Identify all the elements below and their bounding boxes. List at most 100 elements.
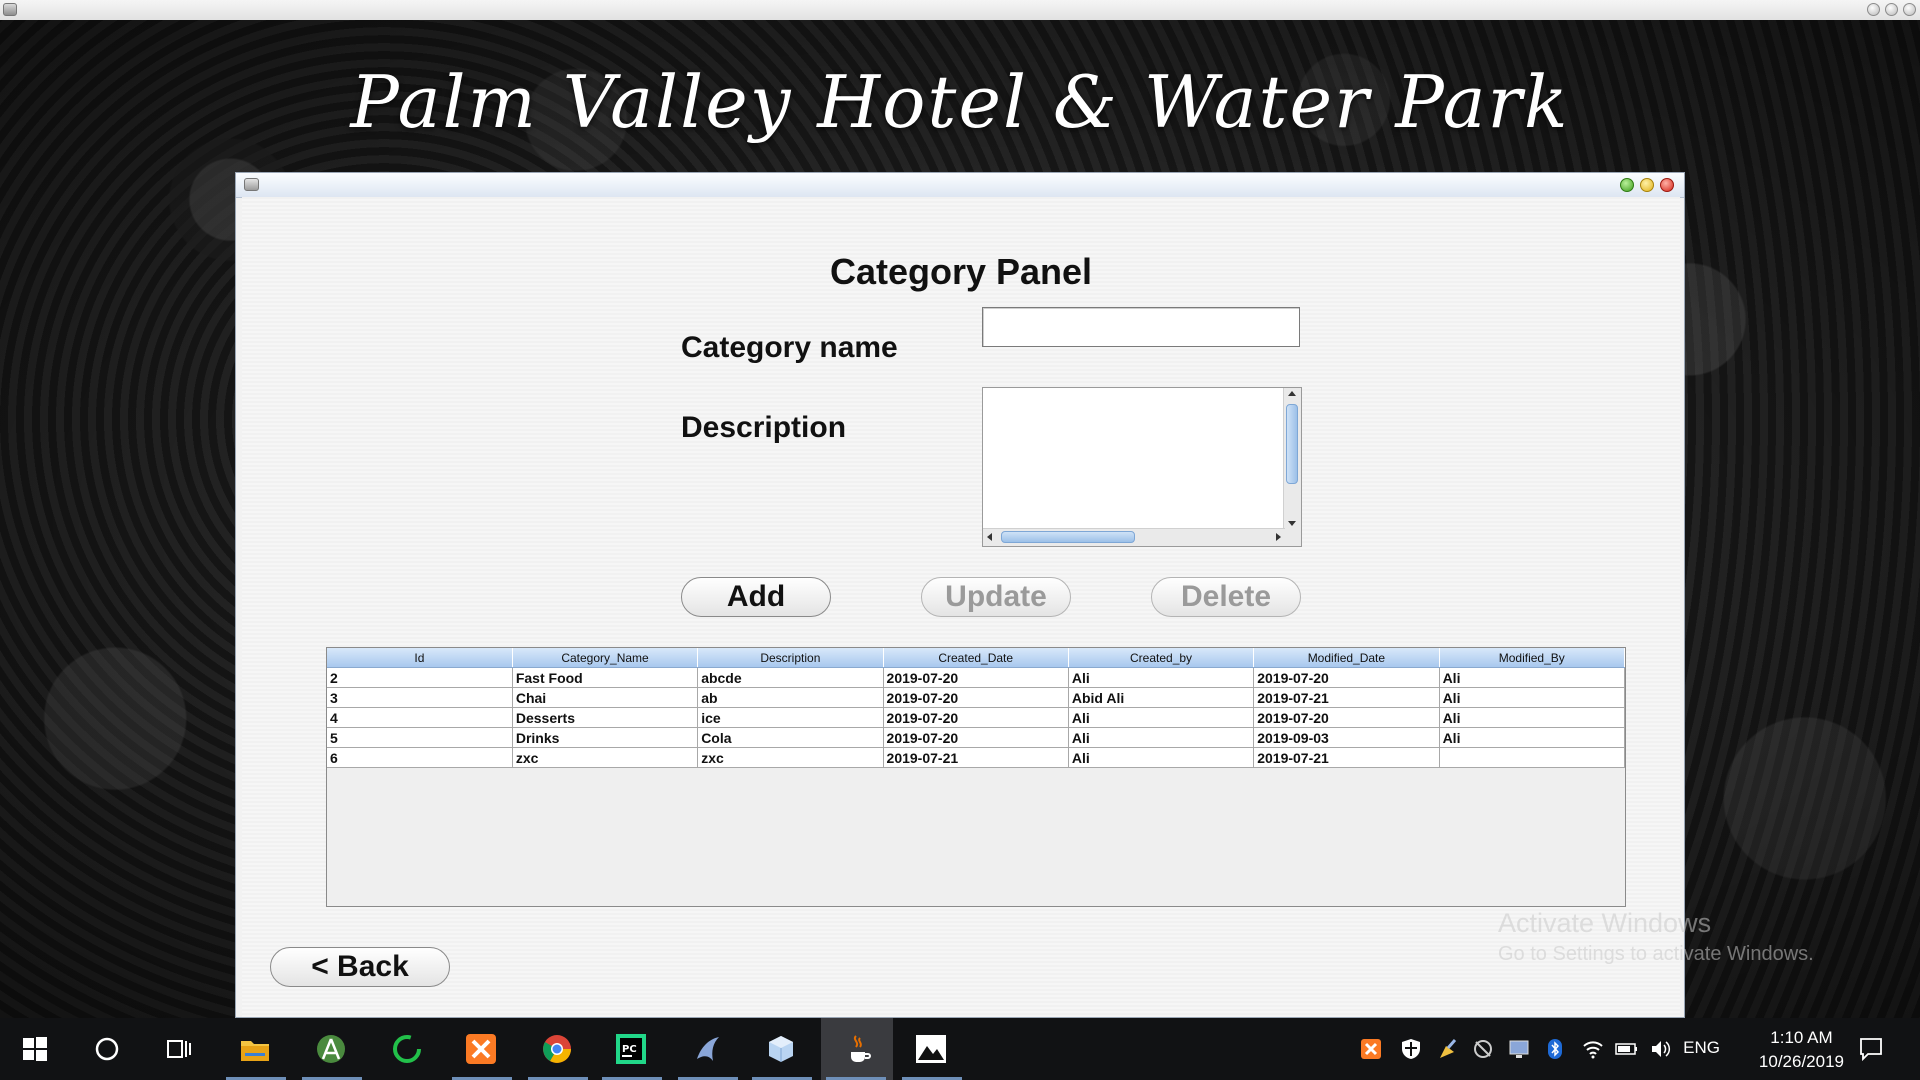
table-cell[interactable]: Abid Ali: [1068, 687, 1255, 708]
cortana-icon[interactable]: [88, 1030, 126, 1068]
chrome-icon[interactable]: [538, 1030, 576, 1068]
maximize-icon[interactable]: [1885, 3, 1898, 16]
table-cell[interactable]: 4: [327, 707, 513, 728]
table-cell[interactable]: 3: [327, 687, 513, 708]
table-cell[interactable]: 2019-07-20: [1253, 707, 1440, 728]
category-name-label: Category name: [681, 331, 898, 364]
table-header-row: Id Category_Name Description Created_Dat…: [327, 648, 1625, 668]
table-cell[interactable]: zxc: [512, 747, 699, 768]
close-icon[interactable]: [1903, 3, 1916, 16]
notifications-icon[interactable]: [1852, 1030, 1890, 1068]
table-row[interactable]: 4 Desserts ice 2019-07-20 Ali 2019-07-20…: [327, 707, 1625, 728]
virtualbox-icon[interactable]: [762, 1030, 800, 1068]
network-disabled-icon[interactable]: [1470, 1030, 1496, 1068]
vertical-scroll-thumb[interactable]: [1286, 404, 1298, 484]
java-app-icon: [244, 178, 259, 191]
table-cell[interactable]: Fast Food: [512, 667, 699, 688]
watermark-line-2: Go to Settings to activate Windows.: [1498, 943, 1814, 965]
scroll-down-arrow-icon[interactable]: [1288, 521, 1296, 526]
table-cell[interactable]: 2: [327, 667, 513, 688]
table-cell[interactable]: Desserts: [512, 707, 699, 728]
delete-button[interactable]: Delete: [1151, 577, 1301, 617]
table-cell[interactable]: 2019-07-20: [883, 727, 1069, 748]
android-studio-icon[interactable]: [312, 1030, 350, 1068]
photos-icon[interactable]: [912, 1030, 950, 1068]
table-cell[interactable]: [1439, 747, 1625, 768]
column-header[interactable]: Created_Date: [883, 648, 1069, 668]
maximize-icon[interactable]: [1620, 178, 1634, 192]
close-icon[interactable]: [1660, 178, 1674, 192]
minimize-icon[interactable]: [1867, 3, 1880, 16]
minimize-icon[interactable]: [1640, 178, 1654, 192]
monitor-tray-icon[interactable]: [1506, 1030, 1532, 1068]
table-cell[interactable]: Ali: [1068, 707, 1255, 728]
hotel-title: Palm Valley Hotel & Water Park: [350, 60, 1570, 144]
scroll-up-arrow-icon[interactable]: [1288, 391, 1296, 396]
clock-date: 10/26/2019: [1758, 1052, 1844, 1071]
task-view-icon[interactable]: [160, 1030, 198, 1068]
table-cell[interactable]: ab: [697, 687, 884, 708]
description-textarea[interactable]: [983, 388, 1283, 528]
table-cell[interactable]: Ali: [1068, 727, 1255, 748]
table-cell[interactable]: Ali: [1439, 707, 1625, 728]
table-cell[interactable]: ice: [697, 707, 884, 728]
table-cell[interactable]: Ali: [1439, 687, 1625, 708]
table-cell[interactable]: Ali: [1068, 747, 1255, 768]
table-cell[interactable]: Ali: [1439, 727, 1625, 748]
category-name-input[interactable]: [982, 307, 1300, 347]
table-cell[interactable]: abcde: [697, 667, 884, 688]
table-cell[interactable]: 2019-09-03: [1253, 727, 1440, 748]
pycharm-icon[interactable]: PC: [612, 1030, 650, 1068]
table-cell[interactable]: 2019-07-20: [1253, 667, 1440, 688]
wifi-icon[interactable]: [1580, 1030, 1606, 1068]
xampp-tray-icon[interactable]: [1358, 1030, 1384, 1068]
table-cell[interactable]: Ali: [1439, 667, 1625, 688]
table-row[interactable]: 6 zxc zxc 2019-07-21 Ali 2019-07-21: [327, 747, 1625, 768]
column-header[interactable]: Description: [697, 648, 884, 668]
cleaner-tray-icon[interactable]: [1434, 1030, 1460, 1068]
table-cell[interactable]: Ali: [1068, 667, 1255, 688]
file-explorer-icon[interactable]: [236, 1030, 274, 1068]
activate-windows-watermark: Activate Windows Go to Settings to activ…: [1498, 908, 1814, 966]
back-button[interactable]: < Back: [270, 947, 450, 987]
xampp-icon[interactable]: [462, 1030, 500, 1068]
table-row[interactable]: 5 Drinks Cola 2019-07-20 Ali 2019-09-03 …: [327, 727, 1625, 748]
table-cell[interactable]: 6: [327, 747, 513, 768]
battery-icon[interactable]: [1614, 1030, 1640, 1068]
table-cell[interactable]: 2019-07-20: [883, 687, 1069, 708]
column-header[interactable]: Modified_By: [1439, 648, 1625, 668]
table-cell[interactable]: 2019-07-20: [883, 707, 1069, 728]
table-cell[interactable]: 5: [327, 727, 513, 748]
table-row[interactable]: 3 Chai ab 2019-07-20 Abid Ali 2019-07-21…: [327, 687, 1625, 708]
table-cell[interactable]: zxc: [697, 747, 884, 768]
column-header[interactable]: Category_Name: [512, 648, 699, 668]
vertical-scrollbar[interactable]: [1283, 388, 1301, 529]
horizontal-scrollbar[interactable]: [983, 528, 1285, 546]
horizontal-scroll-thumb[interactable]: [1001, 531, 1135, 543]
spinner-app-icon[interactable]: [388, 1030, 426, 1068]
table-cell[interactable]: 2019-07-21: [1253, 747, 1440, 768]
column-header[interactable]: Id: [327, 648, 513, 668]
table-cell[interactable]: Drinks: [512, 727, 699, 748]
windows-start-icon[interactable]: [16, 1030, 54, 1068]
add-button[interactable]: Add: [681, 577, 831, 617]
scroll-corner: [1284, 529, 1301, 546]
column-header[interactable]: Modified_Date: [1253, 648, 1440, 668]
dolphin-app-icon[interactable]: [688, 1030, 726, 1068]
language-indicator[interactable]: ENG: [1683, 1038, 1720, 1058]
java-icon[interactable]: [838, 1030, 876, 1068]
table-cell[interactable]: 2019-07-21: [883, 747, 1069, 768]
scroll-right-arrow-icon[interactable]: [1276, 533, 1281, 541]
table-cell[interactable]: Cola: [697, 727, 884, 748]
table-row[interactable]: 2 Fast Food abcde 2019-07-20 Ali 2019-07…: [327, 667, 1625, 688]
shield-icon[interactable]: [1398, 1030, 1424, 1068]
update-button[interactable]: Update: [921, 577, 1071, 617]
bluetooth-icon[interactable]: [1542, 1030, 1568, 1068]
table-cell[interactable]: 2019-07-20: [883, 667, 1069, 688]
table-cell[interactable]: Chai: [512, 687, 699, 708]
system-clock[interactable]: 1:10 AM 10/26/2019: [1759, 1026, 1844, 1074]
scroll-left-arrow-icon[interactable]: [987, 533, 992, 541]
volume-icon[interactable]: [1648, 1030, 1674, 1068]
column-header[interactable]: Created_by: [1068, 648, 1255, 668]
table-cell[interactable]: 2019-07-21: [1253, 687, 1440, 708]
